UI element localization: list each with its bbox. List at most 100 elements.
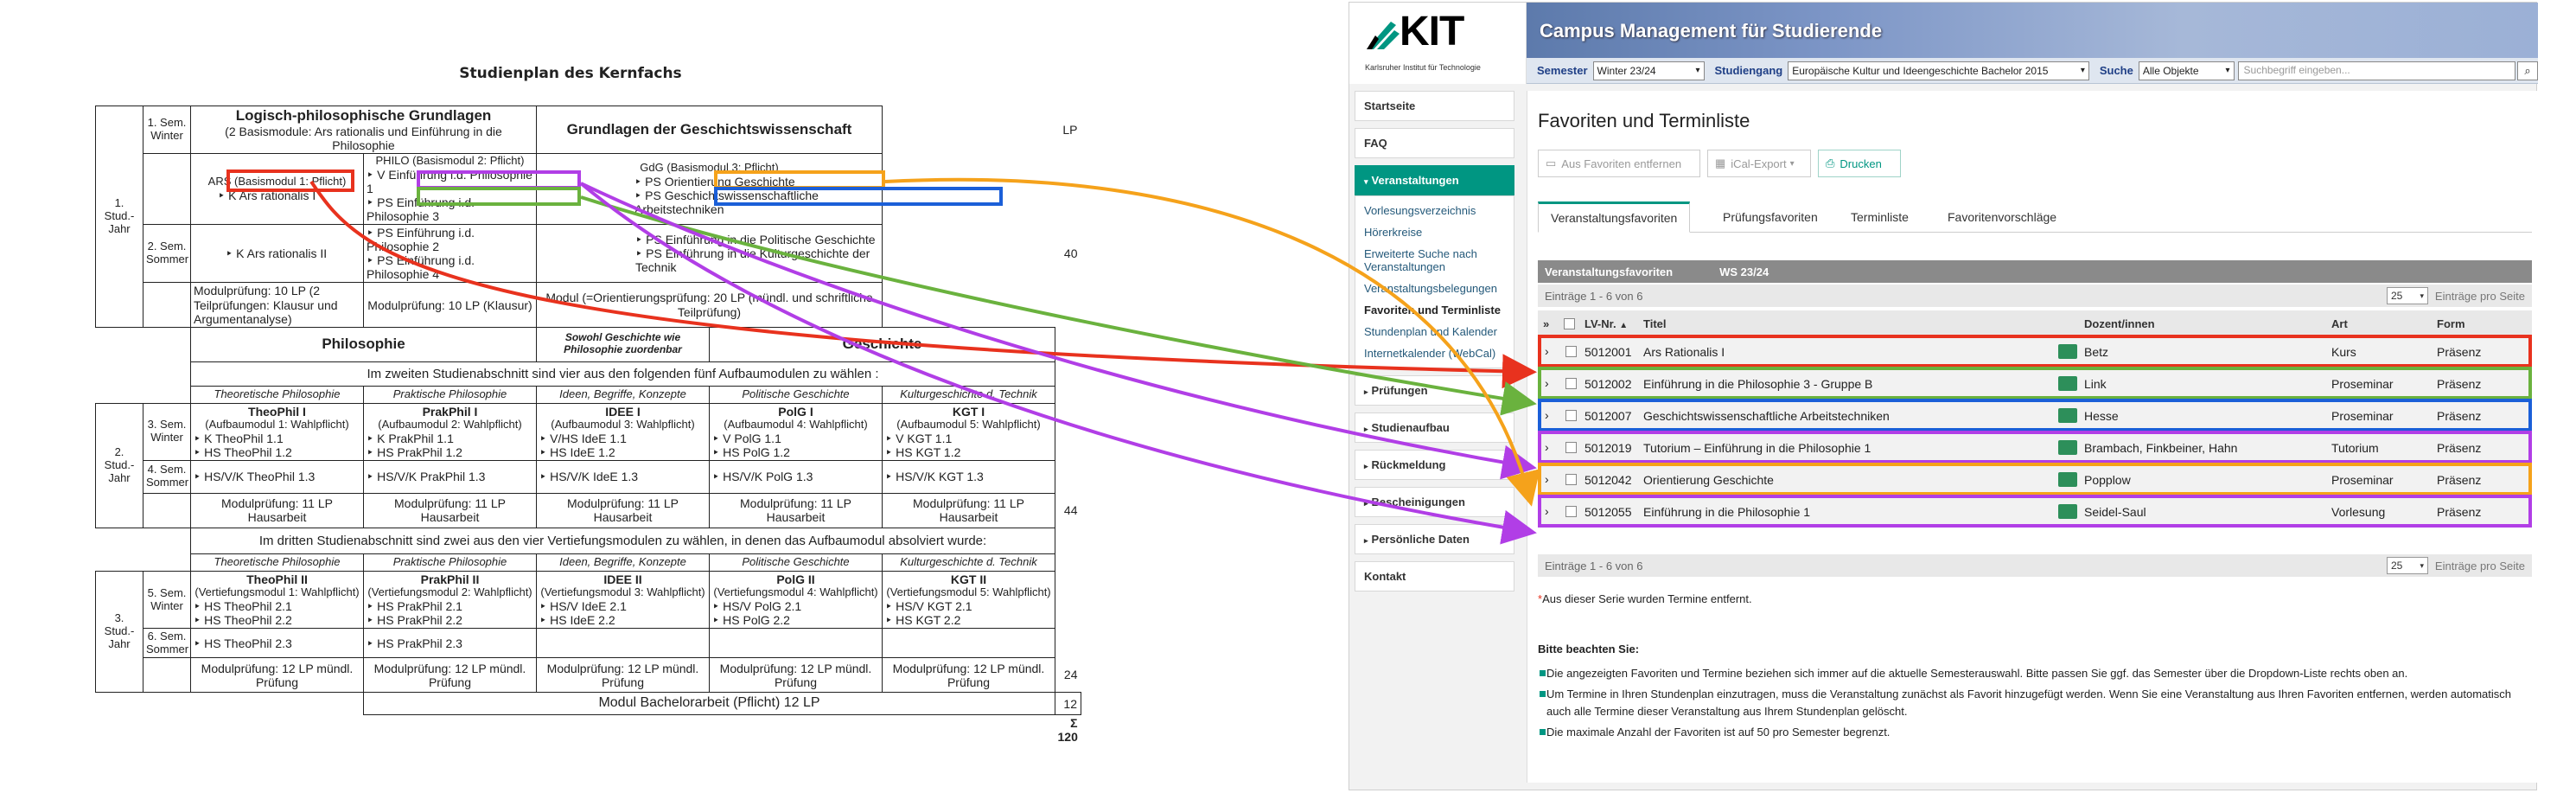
kit-logo[interactable]: KIT Karlsruher Institut für Technologie — [1349, 3, 1527, 84]
per-page-label: Einträge pro Seite — [2434, 559, 2525, 572]
tab-bar: Veranstaltungsfavoriten Prüfungsfavorite… — [1538, 201, 2532, 233]
remove-favorites-button[interactable]: ▭ Aus Favoriten entfernen — [1538, 150, 1700, 177]
nav-persoenliche-daten[interactable]: ▸ Persönliche Daten — [1355, 524, 1514, 554]
m3-cell-0: TheoPhil II (Vertiefungsmodul 1: Wahlpfli… — [190, 570, 364, 630]
nav-studienaufbau[interactable]: ▸ Studienaufbau — [1355, 412, 1514, 443]
tab-terminliste[interactable]: Terminliste — [1839, 201, 1921, 233]
m2-b: ‣ HS TheoPhil 1.2 — [194, 444, 292, 459]
empty-cell — [882, 628, 1055, 659]
m2-cell-4: KGT I (Aufbaumodul 5: Wahlpflicht) ‣ V KGT… — [882, 402, 1055, 461]
col-art[interactable]: Art — [2331, 317, 2348, 330]
sem4-label: 4. Sem. Sommer — [143, 459, 191, 494]
kit-logo-subtitle: Karlsruher Institut für Technologie — [1365, 63, 1481, 72]
empty-cell — [96, 386, 191, 403]
log-header: Logisch-philosophische Grundlagen (2 Basi… — [190, 106, 537, 154]
m3-b: ‣ HS KGT 2.2 — [885, 613, 961, 628]
highlight-gdg-2 — [714, 187, 1003, 206]
m3-a: ‣ HS/V KGT 2.1 — [885, 598, 972, 613]
notice-item: Die angezeigten Favoriten und Termine be… — [1540, 665, 2515, 682]
nav-belegungen[interactable]: Veranstaltungsbelegungen — [1355, 278, 1514, 299]
tab-favoritenvorschlaege[interactable]: Favoritenvorschläge — [1935, 201, 2069, 233]
print-button[interactable]: ⎙ Drucken — [1818, 150, 1901, 177]
year3-label: 3. Stud.-Jahr — [95, 570, 143, 694]
philo-header: PHILO (Basismodul 2: Pflicht) — [375, 153, 525, 167]
nav-startseite[interactable]: Startseite — [1355, 91, 1514, 121]
lp-40: 40 — [1063, 246, 1078, 261]
mp-ars: Modulprüfung: 10 LP (2 Teilprüfungen: Kl… — [190, 282, 364, 328]
nav-veranstaltungen-submenu: Vorlesungsverzeichnis Hörerkreise Erweit… — [1355, 195, 1514, 368]
nav-rueckmeldung[interactable]: ▸ Rückmeldung — [1355, 450, 1514, 480]
col-theo: Theoretische Philosophie — [190, 385, 364, 404]
m3-head: KGT II — [950, 572, 987, 586]
col-ideen: Ideen, Begriffe, Konzepte — [536, 385, 710, 404]
nav-faq[interactable]: FAQ — [1355, 128, 1514, 158]
empty-cell — [96, 361, 191, 386]
col-polg: Politische Geschichte — [709, 385, 883, 404]
m2-a: ‣ V/HS IdeE 1.1 — [539, 431, 627, 445]
notice-text: Die maximale Anzahl der Favoriten ist au… — [1546, 726, 1891, 739]
nav-pruefungen[interactable]: ▸ Prüfungen — [1355, 375, 1514, 406]
nav-hoererkreise[interactable]: Hörerkreise — [1355, 221, 1514, 243]
nav-veranstaltungen[interactable]: ▾ Veranstaltungen — [1355, 165, 1514, 195]
row-highlight — [1538, 367, 2532, 400]
bachelorarbeit: Modul Bachelorarbeit (Pflicht) 12 LP — [363, 692, 1055, 716]
col-kgt: Kulturgeschichte d. Technik — [882, 553, 1055, 572]
nav-kontakt[interactable]: Kontakt — [1355, 561, 1514, 592]
col-ideen: Ideen, Begriffe, Konzepte — [536, 553, 710, 572]
empty-cell — [143, 282, 191, 328]
sidebar-nav: Startseite FAQ ▾ Veranstaltungen Vorlesun… — [1355, 91, 1514, 598]
expand-all-icon[interactable]: » — [1543, 317, 1549, 330]
empty-cell — [1055, 386, 1081, 403]
m2-sub: (Aufbaumodul 3: Wahlpflicht) — [551, 417, 695, 431]
m2-pruefung: Modulprüfung: 11 LP Hausarbeit — [709, 492, 883, 528]
per-page-select[interactable]: 25 ▾ — [2387, 557, 2428, 574]
ars-course-2: ‣ K Ars rationalis II — [190, 224, 364, 284]
philosophie-heading: Philosophie — [190, 326, 537, 362]
main-content: Favoriten und Terminliste ▭ Aus Favoriten… — [1527, 91, 2538, 783]
printer-icon: ⎙ — [1826, 157, 1835, 169]
footnote-text: Aus dieser Serie wurden Termine entfernt… — [1542, 592, 1752, 605]
m2-c: ‣ HS/V/K PolG 1.3 — [709, 459, 883, 494]
col-lvnr[interactable]: LV-Nr. ▲ — [1584, 317, 1628, 330]
philo-course-4: ‣ PS Einführung i.d. Philosophie 4 — [367, 253, 475, 282]
col-form[interactable]: Form — [2437, 317, 2465, 330]
select-all-checkbox[interactable] — [1564, 318, 1575, 329]
search-button[interactable]: ⌕ — [2517, 61, 2538, 80]
chevron-down-icon: ▾ — [1789, 158, 1795, 169]
empty-cell — [536, 628, 710, 659]
m3-pruefung: Modulprüfung: 12 LP mündl. Prüfung — [190, 657, 364, 694]
m3-cell-2: IDEE II (Vertiefungsmodul 3: Wahlpflicht)… — [536, 570, 710, 630]
nav-bescheinigungen[interactable]: ▸ Bescheinigungen — [1355, 487, 1514, 517]
table-title: Veranstaltungsfavoriten — [1545, 265, 1674, 278]
nav-stundenplan[interactable]: Stundenplan und Kalender — [1355, 321, 1514, 342]
empty-cell — [143, 657, 191, 694]
col-titel[interactable]: Titel — [1643, 317, 1667, 330]
semester-select[interactable]: Winter 23/24 ▾ — [1592, 61, 1705, 80]
ical-export-button[interactable]: ▦ iCal-Export ▾ — [1707, 150, 1811, 177]
nav-erweiterte-suche[interactable]: Erweiterte Suche nach Veranstaltungen — [1355, 243, 1514, 278]
tab-veranstaltungsfavoriten[interactable]: Veranstaltungsfavoriten — [1538, 201, 1691, 233]
col-dozent[interactable]: Dozent/innen — [2084, 317, 2155, 330]
print-label: Drucken — [1840, 157, 1882, 170]
empty-cell — [96, 553, 191, 571]
empty-cell — [1055, 528, 1081, 553]
nav-webcal[interactable]: Internetkalender (WebCal) — [1355, 342, 1514, 364]
object-type-select[interactable]: Alle Objekte ▾ — [2138, 61, 2235, 80]
search-input[interactable]: Suchbegriff eingeben... — [2237, 61, 2516, 80]
nav-favoriten[interactable]: Favoriten und Terminliste — [1355, 299, 1514, 321]
per-page-select[interactable]: 25 ▾ — [2387, 287, 2428, 304]
m3-a: ‣ HS/V PolG 2.1 — [712, 598, 802, 613]
chevron-right-icon: ▸ — [1364, 536, 1368, 545]
empty-cell — [1055, 403, 1081, 460]
studiengang-select[interactable]: Europäische Kultur und Ideengeschichte B… — [1788, 61, 2089, 80]
m2-b: ‣ HS IdeE 1.2 — [539, 444, 615, 459]
nav-vorlesungsverzeichnis[interactable]: Vorlesungsverzeichnis — [1355, 200, 1514, 221]
tab-pruefungsfavoriten[interactable]: Prüfungsfavoriten — [1711, 201, 1830, 233]
empty-cell — [1055, 153, 1081, 224]
empty-cell — [1055, 629, 1081, 658]
page-title: Favoriten und Terminliste — [1538, 110, 1750, 131]
gdg-course-3: ‣ PS Einführung in die Politische Geschi… — [635, 233, 876, 247]
m3-pruefung: Modulprüfung: 12 LP mündl. Prüfung — [536, 657, 710, 694]
gesch-title: Grundlagen der Geschichtswissenschaft — [536, 106, 883, 154]
m3-b: ‣ HS TheoPhil 2.2 — [194, 613, 292, 628]
